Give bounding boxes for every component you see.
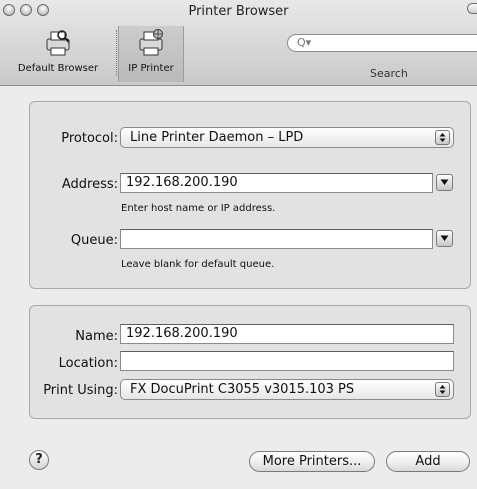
queue-history-button[interactable] — [436, 230, 453, 247]
up-down-arrows-icon — [435, 382, 450, 397]
help-button[interactable]: ? — [29, 450, 49, 470]
chevron-down-icon — [440, 235, 449, 241]
protocol-popup[interactable]: Line Printer Daemon – LPD — [120, 127, 454, 148]
protocol-label: Protocol: — [61, 131, 118, 146]
queue-label: Queue: — [70, 233, 118, 248]
search-label: Search — [370, 67, 408, 80]
toolbar: Printer Browser Default Browser IP Print… — [0, 0, 477, 86]
name-field[interactable]: 192.168.200.190 — [120, 324, 454, 344]
print-using-value: FX DocuPrint C3055 v3015.103 PS — [130, 382, 355, 397]
ip-printer-label: IP Printer — [128, 63, 174, 74]
printer-search-icon — [41, 28, 75, 58]
printer-browser-window: Printer Browser Default Browser IP Print… — [0, 0, 477, 489]
network-printer-icon — [134, 28, 168, 58]
name-label: Name: — [75, 329, 118, 344]
add-button[interactable]: Add — [386, 451, 470, 472]
protocol-value: Line Printer Daemon – LPD — [130, 130, 304, 145]
window-title: Printer Browser — [188, 4, 289, 19]
queue-field[interactable] — [120, 229, 433, 249]
location-label: Location: — [58, 356, 118, 371]
queue-hint: Leave blank for default queue. — [121, 259, 275, 270]
more-printers-button[interactable]: More Printers... — [249, 451, 375, 472]
address-history-button[interactable] — [436, 174, 453, 191]
chevron-down-icon — [440, 179, 449, 185]
print-using-label: Print Using: — [43, 383, 118, 398]
location-field[interactable] — [120, 351, 454, 371]
toolbar-toggle-button[interactable] — [467, 3, 477, 14]
print-using-popup[interactable]: FX DocuPrint C3055 v3015.103 PS — [120, 379, 454, 400]
up-down-arrows-icon — [435, 130, 450, 145]
search-field[interactable]: Q▾ — [287, 34, 477, 52]
search-icon: Q▾ — [297, 36, 312, 49]
ip-printer-tab[interactable]: IP Printer — [118, 26, 184, 82]
default-browser-label: Default Browser — [17, 63, 99, 74]
address-hint: Enter host name or IP address. — [121, 203, 276, 214]
default-browser-tab[interactable]: Default Browser — [0, 26, 116, 82]
address-label: Address: — [61, 177, 118, 192]
toolbar-separator — [116, 30, 117, 76]
address-field[interactable]: 192.168.200.190 — [120, 173, 433, 193]
